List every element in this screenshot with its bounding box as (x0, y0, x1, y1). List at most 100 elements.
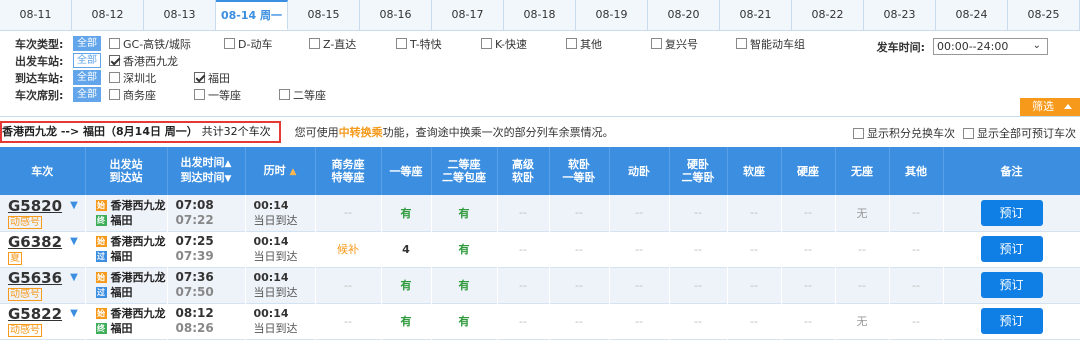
seat-first[interactable]: 有 (381, 195, 432, 231)
points-exchange-option[interactable]: 显示积分兑换车次 (853, 125, 955, 141)
col-duration[interactable]: 历时 ▲ (245, 147, 316, 195)
col-times[interactable]: 出发时间▲ 到达时间▼ (167, 147, 246, 195)
train-type-option[interactable]: 复兴号 (651, 36, 736, 52)
train-type-option[interactable]: K-快速 (481, 36, 566, 52)
checkbox-icon[interactable] (109, 89, 120, 100)
seat-second[interactable]: 有 (431, 267, 498, 303)
checkbox-icon[interactable] (963, 127, 974, 139)
seat-business: -- (315, 195, 382, 231)
arrival-day: 当日到达 (253, 322, 298, 335)
depart-time: 07:36 (175, 270, 214, 284)
seat-second[interactable]: 有 (431, 303, 498, 339)
date-tab[interactable]: 08-23 (864, 0, 936, 30)
seat-class-all-chip[interactable]: 全部 (73, 87, 101, 102)
arrive-station-all-chip[interactable]: 全部 (73, 70, 101, 85)
seat-second[interactable]: 有 (431, 231, 498, 267)
checkbox-icon[interactable] (736, 38, 747, 49)
date-tab[interactable]: 08-15 (288, 0, 360, 30)
train-tag: 夏 (8, 252, 22, 265)
train-number-link[interactable]: G5636 (8, 269, 62, 287)
train-type-label: 车次类型: (15, 37, 64, 51)
duration: 00:14 (253, 198, 289, 212)
date-tab[interactable]: 08-18 (504, 0, 576, 30)
seat-second[interactable]: 有 (431, 195, 498, 231)
chevron-down-icon[interactable]: ▼ (70, 236, 78, 247)
checkbox-checked-icon[interactable] (109, 55, 120, 66)
seat-class-option[interactable]: 一等座 (194, 87, 279, 103)
station-cell: 始香港西九龙终福田 (85, 303, 168, 339)
book-button[interactable]: 预订 (980, 236, 1043, 262)
seat-first[interactable]: 有 (381, 267, 432, 303)
arrive-station-option[interactable]: 福田 (194, 70, 230, 86)
checkbox-icon[interactable] (396, 38, 407, 49)
date-tab[interactable]: 08-22 (792, 0, 864, 30)
checkbox-checked-icon[interactable] (194, 72, 205, 83)
train-type-option[interactable]: T-特快 (396, 36, 481, 52)
checkbox-icon[interactable] (109, 72, 120, 83)
date-tab[interactable]: 08-12 (72, 0, 144, 30)
remark-cell: 预订 (943, 195, 1080, 231)
seat-softseat: -- (727, 267, 782, 303)
chevron-down-icon[interactable]: ▼ (70, 200, 78, 211)
checkbox-icon[interactable] (853, 127, 864, 139)
duration: 00:14 (253, 235, 289, 248)
book-button[interactable]: 预订 (980, 272, 1043, 298)
seat-hardbed: -- (669, 231, 728, 267)
seat-business[interactable]: 候补 (315, 231, 382, 267)
train-number-link[interactable]: G5820 (8, 197, 62, 215)
table-row: G5636 ▼ 动感号始香港西九龙过福田 07:36 07:50 00:14 当日到达 -- 有… (0, 267, 1080, 303)
train-number-link[interactable]: G6382 (8, 233, 62, 251)
seat-noseat: -- (835, 231, 890, 267)
book-button[interactable]: 预订 (980, 199, 1043, 226)
date-tab[interactable]: 08-20 (648, 0, 720, 30)
checkbox-icon[interactable] (279, 89, 290, 100)
checkbox-icon[interactable] (194, 89, 205, 100)
train-number-link[interactable]: G5822 (8, 305, 62, 323)
train-type-option[interactable]: 智能动车组 (736, 36, 805, 52)
checkbox-icon[interactable] (481, 38, 492, 49)
checkbox-icon[interactable] (109, 38, 120, 49)
train-type-option[interactable]: GC-高铁/城际 (109, 36, 224, 52)
seat-noseat: -- (835, 267, 890, 303)
seat-class-option[interactable]: 商务座 (109, 87, 194, 103)
remark-cell: 预订 (943, 231, 1080, 267)
checkbox-icon[interactable] (224, 38, 235, 49)
arrive-station-option[interactable]: 深圳北 (109, 70, 194, 86)
checkbox-icon[interactable] (566, 38, 577, 49)
table-header: 车次 出发站 到达站 出发时间▲ 到达时间▼ 历时 ▲ 商务座 特等座 一等座 二等座… (0, 147, 1080, 195)
date-tab[interactable]: 08-24 (936, 0, 1008, 30)
time-cell: 07:36 07:50 (167, 267, 246, 303)
arrive-station-label: 到达车站: (15, 71, 64, 85)
train-type-option[interactable]: D-动车 (224, 36, 309, 52)
date-tab[interactable]: 08-14 周一 (216, 0, 288, 30)
checkbox-icon[interactable] (651, 38, 662, 49)
date-tab[interactable]: 08-16 (360, 0, 432, 30)
book-button[interactable]: 预订 (980, 308, 1043, 334)
seat-first[interactable]: 有 (381, 303, 432, 339)
depart-time-select[interactable]: 00:00--24:00 ⌄ (933, 38, 1048, 55)
depart-station-option[interactable]: 香港西九龙 (109, 53, 178, 69)
seat-hardbed: -- (669, 267, 728, 303)
seat-hardbed: -- (669, 195, 728, 231)
checkbox-icon[interactable] (309, 38, 320, 49)
date-tab[interactable]: 08-17 (432, 0, 504, 30)
train-type-option[interactable]: Z-直达 (309, 36, 396, 52)
transfer-link[interactable]: 中转换乘 (339, 126, 383, 139)
date-tab[interactable]: 08-25 (1008, 0, 1080, 30)
date-tab[interactable]: 08-13 (144, 0, 216, 30)
seat-first[interactable]: 4 (381, 231, 432, 267)
chevron-down-icon[interactable]: ▼ (70, 308, 78, 319)
seat-class-option[interactable]: 二等座 (279, 87, 326, 103)
seat-softseat: -- (727, 303, 782, 339)
show-all-bookable-option[interactable]: 显示全部可预订车次 (963, 125, 1076, 141)
chevron-down-icon[interactable]: ▼ (70, 272, 78, 283)
arrival-day: 当日到达 (253, 213, 298, 227)
date-tab[interactable]: 08-19 (576, 0, 648, 30)
date-tab[interactable]: 08-21 (720, 0, 792, 30)
sort-up-icon: ▲ (289, 166, 297, 177)
train-type-all-chip[interactable]: 全部 (73, 36, 101, 51)
filter-button[interactable]: 筛选 (1020, 98, 1080, 116)
train-type-option[interactable]: 其他 (566, 36, 651, 52)
date-tab[interactable]: 08-11 (0, 0, 72, 30)
depart-station-all-chip[interactable]: 全部 (73, 53, 101, 68)
